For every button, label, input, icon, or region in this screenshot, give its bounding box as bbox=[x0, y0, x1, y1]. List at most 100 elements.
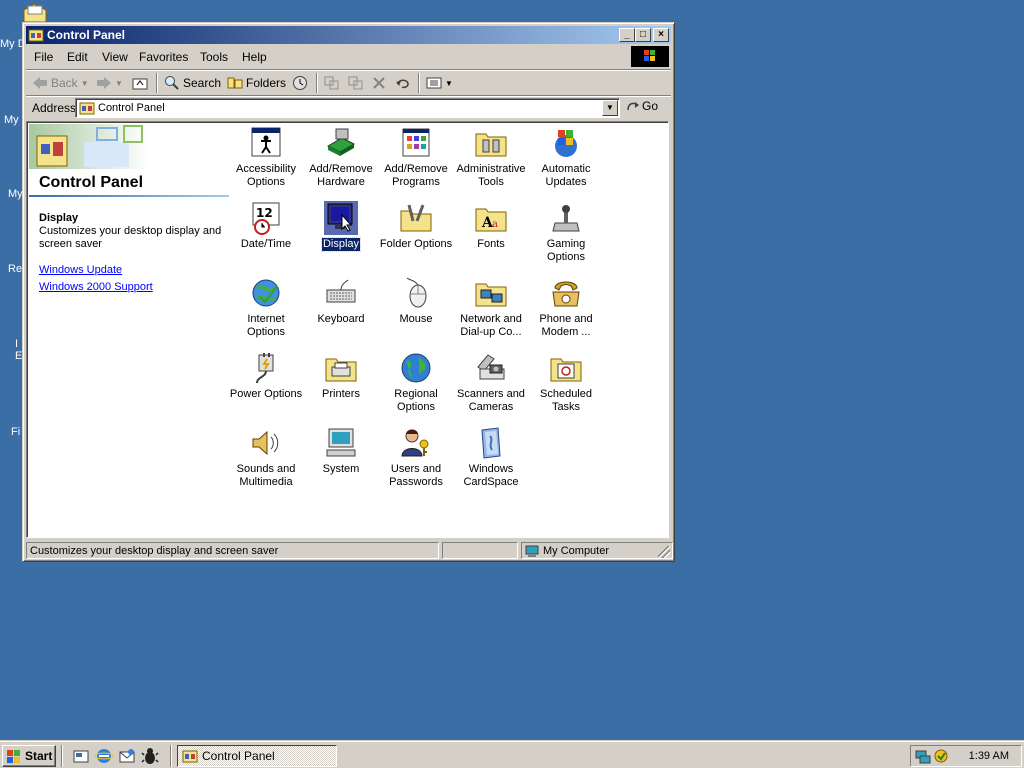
up-folder-button[interactable] bbox=[132, 73, 148, 93]
item-network-dialup[interactable]: Network and Dial-up Co... bbox=[453, 276, 529, 339]
folders-label: Folders bbox=[246, 76, 287, 90]
desktop-folder-icon[interactable] bbox=[22, 2, 48, 24]
start-button[interactable]: Start bbox=[2, 745, 56, 767]
scheduled-tasks-icon bbox=[550, 358, 582, 382]
address-bar: Address Control Panel ▼ Go bbox=[26, 96, 671, 120]
network-icon bbox=[475, 283, 507, 307]
menu-help[interactable]: Help bbox=[242, 50, 267, 64]
item-users-passwords[interactable]: Users and Passwords bbox=[378, 426, 454, 489]
item-label: Display bbox=[320, 237, 362, 252]
menu-tools[interactable]: Tools bbox=[200, 50, 228, 64]
item-date-time[interactable]: 12 Date/Time bbox=[228, 201, 304, 251]
resize-grip[interactable] bbox=[658, 546, 670, 558]
history-button[interactable] bbox=[292, 73, 308, 93]
item-add-remove-hardware[interactable]: Add/Remove Hardware bbox=[303, 126, 379, 189]
item-fonts[interactable]: A a Fonts bbox=[453, 201, 529, 251]
delete-button[interactable] bbox=[372, 73, 386, 93]
menu-favorites[interactable]: Favorites bbox=[139, 50, 188, 64]
item-display[interactable]: Display bbox=[303, 201, 379, 252]
item-internet-options[interactable]: Internet Options bbox=[228, 276, 304, 339]
item-folder-options[interactable]: Folder Options bbox=[378, 201, 454, 251]
item-windows-cardspace[interactable]: Windows CardSpace bbox=[453, 426, 529, 489]
folders-button[interactable]: Folders bbox=[227, 73, 286, 93]
add-remove-hardware-icon bbox=[326, 128, 356, 156]
clock[interactable]: 1:39 AM bbox=[969, 750, 1009, 762]
menu-bar: File Edit View Favorites Tools Help bbox=[26, 46, 671, 68]
item-administrative-tools[interactable]: Administrative Tools bbox=[453, 126, 529, 189]
item-accessibility-options[interactable]: Accessibility Options bbox=[228, 126, 304, 189]
link-windows-2000-support[interactable]: Windows 2000 Support bbox=[39, 281, 153, 293]
desktop-icon-label: Fi bbox=[11, 426, 21, 438]
item-scheduled-tasks[interactable]: Scheduled Tasks bbox=[528, 351, 604, 414]
item-label: Fonts bbox=[477, 238, 505, 250]
administrative-tools-icon bbox=[475, 133, 507, 157]
security-tray-icon[interactable] bbox=[933, 748, 949, 764]
desktop-icon-label: I bbox=[15, 338, 19, 350]
item-scanners-cameras[interactable]: Scanners and Cameras bbox=[453, 351, 529, 414]
item-label: Accessibility Options bbox=[236, 163, 296, 188]
item-label: Sounds and Multimedia bbox=[236, 463, 296, 488]
selected-item-name: Display bbox=[39, 212, 79, 224]
quick-launch-app-icon[interactable] bbox=[141, 747, 159, 765]
item-sounds-multimedia[interactable]: Sounds and Multimedia bbox=[228, 426, 304, 489]
item-regional-options[interactable]: Regional Options bbox=[378, 351, 454, 414]
show-desktop-icon[interactable] bbox=[72, 747, 90, 765]
item-add-remove-programs[interactable]: Add/Remove Programs bbox=[378, 126, 454, 189]
menu-file[interactable]: File bbox=[34, 50, 53, 64]
date-time-icon: 12 bbox=[252, 202, 280, 235]
item-gaming-options[interactable]: Gaming Options bbox=[528, 201, 604, 264]
back-label: Back bbox=[51, 76, 78, 90]
maximize-button[interactable]: □ bbox=[635, 28, 651, 42]
item-system[interactable]: System bbox=[303, 426, 379, 476]
outlook-express-icon[interactable] bbox=[118, 747, 136, 765]
accessibility-icon bbox=[251, 127, 281, 157]
views-button[interactable]: ▼ bbox=[426, 73, 453, 93]
scanners-cameras-icon bbox=[477, 354, 505, 380]
undo-button[interactable] bbox=[395, 73, 411, 93]
internet-explorer-icon[interactable] bbox=[95, 747, 113, 765]
go-button[interactable]: Go bbox=[626, 99, 658, 113]
forward-button[interactable]: ▼ bbox=[96, 73, 123, 93]
network-tray-icon[interactable] bbox=[915, 748, 931, 764]
status-text: Customizes your desktop display and scre… bbox=[26, 542, 439, 559]
item-phone-modem[interactable]: Phone and Modem ... bbox=[528, 276, 604, 339]
status-empty-panel bbox=[442, 542, 518, 559]
desktop-icon-label: Re bbox=[8, 263, 23, 275]
address-dropdown-button[interactable]: ▼ bbox=[602, 100, 618, 116]
phone-modem-icon bbox=[552, 281, 580, 307]
title-bar[interactable]: Control Panel _ □ × bbox=[26, 26, 671, 44]
toolbar-separator bbox=[156, 73, 158, 93]
item-printers[interactable]: Printers bbox=[303, 351, 379, 401]
item-power-options[interactable]: Power Options bbox=[228, 351, 304, 401]
menu-edit[interactable]: Edit bbox=[67, 50, 88, 64]
close-icon: × bbox=[658, 29, 664, 40]
link-windows-update[interactable]: Windows Update bbox=[39, 264, 122, 276]
move-to-button[interactable] bbox=[324, 73, 340, 93]
system-tray: 1:39 AM bbox=[910, 745, 1022, 767]
search-button[interactable]: Search bbox=[164, 73, 221, 93]
item-keyboard[interactable]: Keyboard bbox=[303, 276, 379, 326]
item-mouse[interactable]: Mouse bbox=[378, 276, 454, 326]
taskbar-separator bbox=[61, 745, 63, 767]
system-icon bbox=[326, 428, 356, 457]
copy-to-button[interactable] bbox=[348, 73, 364, 93]
item-label: Regional Options bbox=[394, 388, 438, 413]
taskbar: Start Control Panel 1:39 AM bbox=[0, 740, 1024, 768]
up-folder-icon bbox=[132, 78, 148, 90]
item-label: Administrative Tools bbox=[456, 163, 526, 188]
sidebar-divider bbox=[29, 195, 229, 197]
address-input[interactable]: Control Panel ▼ bbox=[75, 98, 620, 118]
window-title: Control Panel bbox=[47, 28, 126, 42]
back-button[interactable]: Back ▼ bbox=[32, 73, 89, 93]
copy-to-icon bbox=[348, 76, 363, 90]
menu-view[interactable]: View bbox=[102, 50, 128, 64]
item-label: Date/Time bbox=[240, 238, 292, 250]
item-label: Keyboard bbox=[317, 313, 365, 325]
taskbar-button-control-panel[interactable]: Control Panel bbox=[177, 745, 337, 767]
item-automatic-updates[interactable]: Automatic Updates bbox=[528, 126, 604, 189]
close-button[interactable]: × bbox=[653, 28, 669, 42]
minimize-icon: _ bbox=[624, 29, 630, 40]
item-label: Windows CardSpace bbox=[463, 463, 519, 488]
minimize-button[interactable]: _ bbox=[619, 28, 635, 42]
svg-text:a: a bbox=[492, 219, 498, 230]
